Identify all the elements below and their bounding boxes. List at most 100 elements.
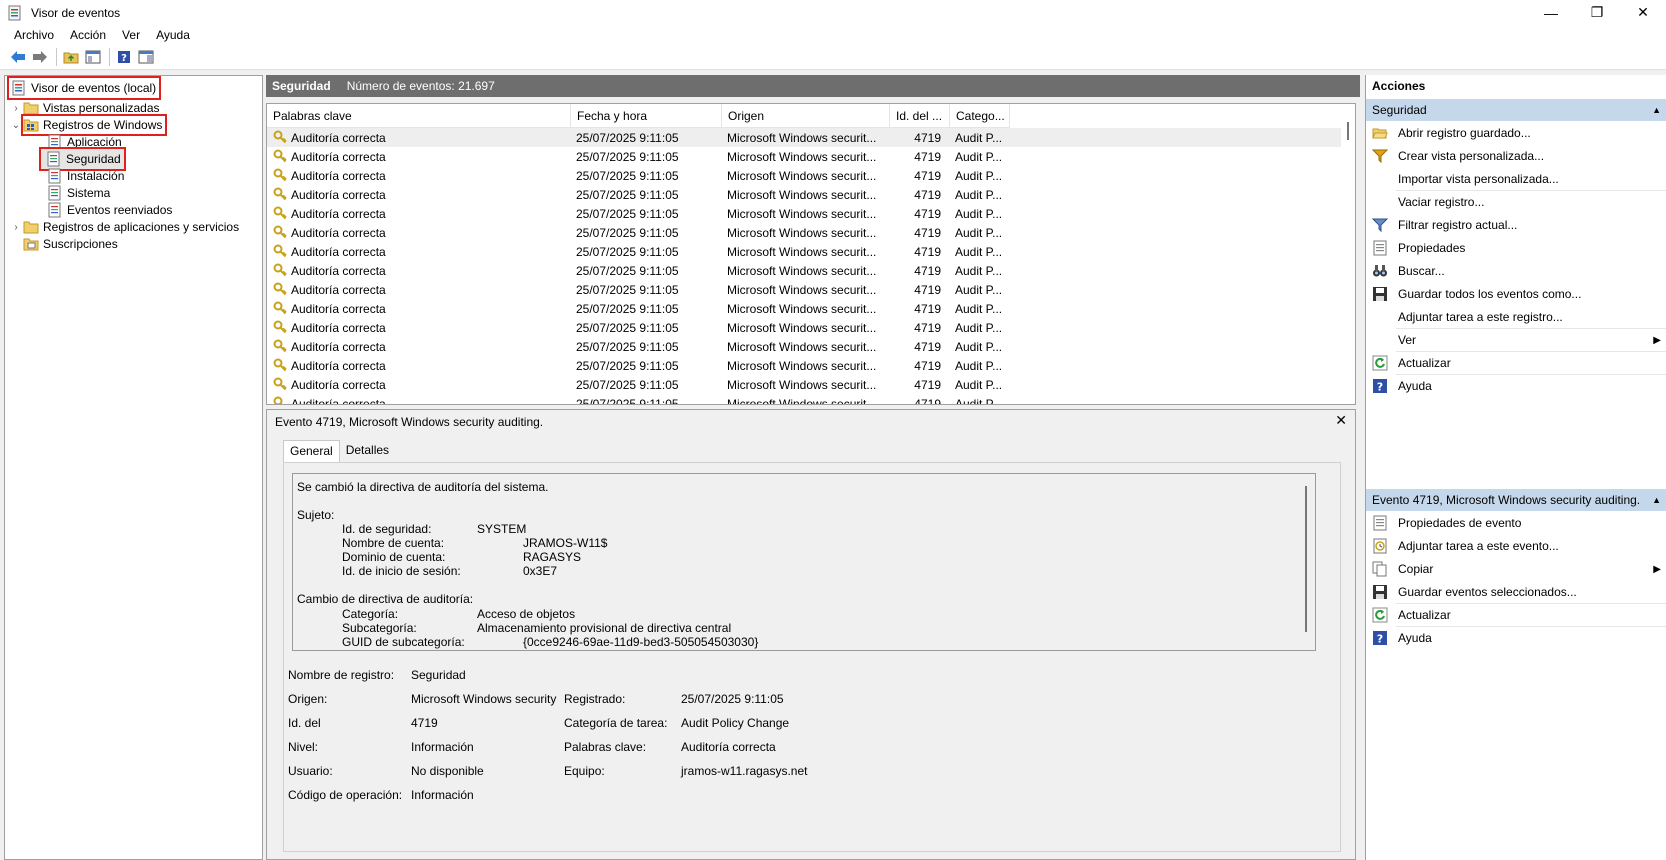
table-row[interactable]: Auditoría correcta 25/07/2025 9:11:05 Micr… — [267, 318, 1347, 337]
tree-item-forwarded-events[interactable]: Eventos reenviados — [47, 201, 172, 219]
tab-details[interactable]: Detalles — [340, 440, 395, 462]
tree-item-security[interactable]: Seguridad — [39, 147, 126, 171]
action-item[interactable]: Guardar eventos seleccionados... — [1366, 581, 1666, 603]
action-item[interactable]: Propiedades de evento — [1366, 512, 1666, 534]
column-header-source[interactable]: Origen — [722, 104, 890, 128]
log-icon — [47, 151, 60, 167]
table-row[interactable]: Auditoría correcta 25/07/2025 9:11:05 Micr… — [267, 128, 1347, 147]
table-cell: Microsoft Windows securit... — [727, 130, 877, 145]
actions-section-event[interactable]: Evento 4719, Microsoft Windows security … — [1366, 489, 1666, 511]
table-cell: Auditoría correcta — [291, 396, 386, 405]
table-cell: Auditoría correcta — [291, 263, 386, 278]
back-button[interactable] — [8, 47, 28, 67]
table-row[interactable]: Auditoría correcta 25/07/2025 9:11:05 Micr… — [267, 356, 1347, 375]
action-item[interactable]: Importar vista personalizada... — [1366, 168, 1666, 190]
forward-button[interactable] — [30, 47, 50, 67]
column-header-event-id[interactable]: Id. del ... — [890, 104, 950, 128]
table-row[interactable]: Auditoría correcta 25/07/2025 9:11:05 Micr… — [267, 394, 1347, 405]
table-row[interactable]: Auditoría correcta 25/07/2025 9:11:05 Micr… — [267, 147, 1347, 166]
action-item[interactable]: Adjuntar tarea a este registro... — [1366, 306, 1666, 328]
tree-item-system[interactable]: Sistema — [47, 184, 110, 202]
action-item[interactable]: Actualizar — [1366, 352, 1666, 374]
table-row[interactable]: Auditoría correcta 25/07/2025 9:11:05 Micr… — [267, 204, 1347, 223]
save-icon — [1373, 585, 1387, 599]
tree-item-root[interactable]: Visor de eventos (local) — [6, 76, 162, 100]
menu-ver[interactable]: Ver — [114, 28, 148, 42]
table-cell: Audit P... — [955, 263, 1003, 278]
table-row[interactable]: Auditoría correcta 25/07/2025 9:11:05 Micr… — [267, 185, 1347, 204]
action-item[interactable]: Adjuntar tarea a este evento... — [1366, 535, 1666, 557]
close-icon[interactable]: ✕ — [1335, 412, 1347, 429]
collapse-icon[interactable]: ▲ — [1652, 105, 1661, 115]
table-cell: Microsoft Windows securit... — [727, 206, 877, 221]
action-item[interactable]: Actualizar — [1366, 604, 1666, 626]
desc-field-key: Categoría: — [342, 607, 399, 621]
menu-archivo[interactable]: Archivo — [6, 28, 62, 42]
table-cell: Auditoría correcta — [291, 149, 386, 164]
show-action-pane-button[interactable] — [136, 47, 156, 67]
minimize-button[interactable]: — — [1528, 0, 1574, 25]
vertical-scrollbar[interactable] — [1341, 104, 1355, 404]
table-row[interactable]: Auditoría correcta 25/07/2025 9:11:05 Micr… — [267, 375, 1347, 394]
tree-item-app-service-logs[interactable]: › Registros de aplicaciones y servicios — [9, 218, 239, 236]
table-row[interactable]: Auditoría correcta 25/07/2025 9:11:05 Micr… — [267, 299, 1347, 318]
table-cell: Microsoft Windows securit... — [727, 339, 877, 354]
table-cell: 4719 — [914, 187, 941, 202]
chevron-right-icon[interactable]: › — [9, 222, 23, 233]
tree-item-windows-logs[interactable]: ⌄ Registros de Windows — [9, 114, 168, 136]
menu-accion[interactable]: Acción — [62, 28, 114, 42]
action-item[interactable]: Copiar ▶ — [1366, 558, 1666, 580]
desc-field-value: Acceso de objetos — [477, 607, 576, 621]
table-row[interactable]: Auditoría correcta 25/07/2025 9:11:05 Micr… — [267, 242, 1347, 261]
table-row[interactable]: Auditoría correcta 25/07/2025 9:11:05 Micr… — [267, 261, 1347, 280]
table-row[interactable]: Auditoría correcta 25/07/2025 9:11:05 Micr… — [267, 337, 1347, 356]
prop-value: jramos-w11.ragasys.net — [681, 764, 808, 778]
action-item[interactable]: Filtrar registro actual... — [1366, 214, 1666, 236]
table-cell: Auditoría correcta — [291, 377, 386, 392]
action-label: Actualizar — [1398, 356, 1451, 370]
actions-section-log[interactable]: Seguridad ▲ — [1366, 99, 1666, 121]
action-item[interactable]: ? Ayuda — [1366, 375, 1666, 397]
table-cell: 25/07/2025 9:11:05 — [576, 301, 679, 316]
table-row[interactable]: Auditoría correcta 25/07/2025 9:11:05 Micr… — [267, 223, 1347, 242]
maximize-button[interactable]: ❐ — [1574, 0, 1620, 25]
chevron-down-icon[interactable]: ⌄ — [9, 120, 23, 131]
description-scrollbar[interactable] — [1305, 486, 1307, 632]
close-button[interactable]: ✕ — [1620, 0, 1666, 25]
table-cell: Audit P... — [955, 320, 1003, 335]
action-item[interactable]: ? Ayuda — [1366, 627, 1666, 649]
column-header-category[interactable]: Catego... — [950, 104, 1010, 128]
copy-icon — [1372, 561, 1387, 577]
folder-icon — [23, 221, 39, 234]
desc-field-value: {0cce9246-69ae-11d9-bed3-505054503030} — [523, 635, 759, 649]
action-item[interactable]: Crear vista personalizada... — [1366, 145, 1666, 167]
help-button[interactable]: ? — [114, 47, 134, 67]
action-item[interactable]: Propiedades — [1366, 237, 1666, 259]
event-description[interactable]: Se cambió la directiva de auditoría del … — [292, 473, 1316, 651]
table-row[interactable]: Auditoría correcta 25/07/2025 9:11:05 Micr… — [267, 280, 1347, 299]
tab-general[interactable]: General — [283, 440, 340, 462]
table-cell: Microsoft Windows securit... — [727, 358, 877, 373]
collapse-icon[interactable]: ▲ — [1652, 495, 1661, 505]
action-item[interactable]: Buscar... — [1366, 260, 1666, 282]
action-item[interactable]: Ver ▶ — [1366, 329, 1666, 351]
log-icon — [48, 134, 61, 150]
table-row[interactable]: Auditoría correcta 25/07/2025 9:11:05 Micr… — [267, 166, 1347, 185]
up-folder-button[interactable] — [61, 47, 81, 67]
filter-icon — [1372, 149, 1388, 164]
menu-ayuda[interactable]: Ayuda — [148, 28, 198, 42]
tree-item-subscriptions[interactable]: Suscripciones — [23, 235, 118, 253]
table-cell: Audit P... — [955, 396, 1003, 405]
chevron-right-icon[interactable]: › — [9, 103, 23, 114]
tree-item-setup[interactable]: Instalación — [47, 167, 124, 185]
desc-field-value: Almacenamiento provisional de directiva … — [477, 621, 732, 635]
table-cell: Microsoft Windows securit... — [727, 282, 877, 297]
show-hide-tree-button[interactable] — [83, 47, 103, 67]
column-header-keywords[interactable]: Palabras clave — [267, 104, 571, 128]
column-header-date[interactable]: Fecha y hora — [571, 104, 722, 128]
action-item[interactable]: Guardar todos los eventos como... — [1366, 283, 1666, 305]
desc-field-key: Subcategoría: — [342, 621, 417, 635]
action-item[interactable]: Vaciar registro... — [1366, 191, 1666, 213]
action-item[interactable]: Abrir registro guardado... — [1366, 122, 1666, 144]
tree-item-custom-views[interactable]: › Vistas personalizadas — [9, 99, 159, 117]
